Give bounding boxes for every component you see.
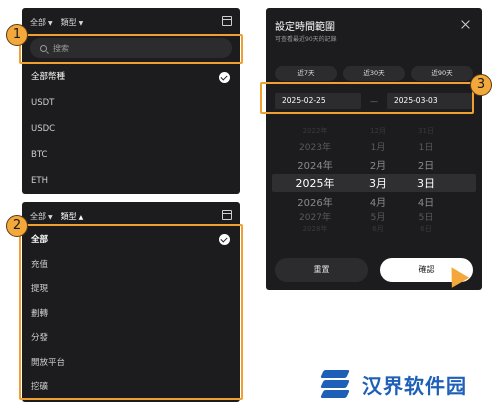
list-item-label: 全部幣種 [31, 72, 66, 82]
wheel-row: 2026年 4月 4日 [272, 194, 476, 210]
quick-range-group: 近7天 近30天 近90天 [275, 66, 473, 81]
caret-up-icon: ▲ [78, 213, 84, 221]
filter-all-dropdown[interactable]: 全部 ▼ [30, 211, 53, 222]
watermark-text: 汉界软件园 [362, 373, 467, 398]
date-range-dialog: 設定時間範圍 可查看最近90天的記錄 近7天 近30天 近90天 2025-02… [266, 8, 482, 290]
filter-all-dropdown[interactable]: 全部 ▼ [30, 17, 53, 28]
list-item-all-currencies[interactable]: 全部幣種 [22, 64, 240, 90]
wheel-year: 2026年 [297, 198, 333, 209]
list-item-usdt[interactable]: USDT [22, 90, 240, 116]
filter-bar: 全部 ▼ 類型 ▲ [30, 208, 232, 224]
currency-list: 全部幣種 USDT USDC BTC ETH [22, 64, 240, 194]
calendar-icon[interactable] [222, 210, 232, 220]
wheel-month: 3月 [369, 177, 387, 190]
check-icon [219, 72, 230, 83]
list-item-label: USDT [31, 98, 55, 108]
callout-highlight-dates [260, 82, 474, 114]
filter-all-label: 全部 [30, 211, 46, 221]
caret-down-icon: ▼ [48, 19, 53, 27]
wheel-day: 2日 [417, 161, 435, 172]
dialog-actions: 重置 確認 [275, 258, 473, 282]
callout-badge-3: 3 [470, 74, 492, 96]
wheel-row-selected: 2025年 3月 3日 [272, 175, 476, 191]
watermark-logo-icon [318, 366, 354, 402]
callout-highlight-search [19, 34, 243, 64]
wheel-month: 1月 [370, 143, 386, 153]
caret-down-icon: ▼ [78, 19, 84, 27]
filter-type-dropdown[interactable]: 類型 ▼ [61, 17, 84, 28]
list-item-usdc[interactable]: USDC [22, 116, 240, 142]
wheel-year: 2028年 [302, 225, 328, 233]
filter-type-label: 類型 [60, 17, 77, 27]
date-wheel-picker[interactable]: 2022年 12月 31日 2023年 1月 1日 2024年 2月 2日 2025年 3月 3… [272, 126, 476, 238]
close-icon[interactable] [461, 20, 470, 29]
callout-badge-1: 1 [6, 24, 28, 46]
dialog-subtitle: 可查看最近90天的記錄 [275, 36, 337, 43]
dialog-title: 設定時間範圍 [275, 22, 335, 33]
list-item-eth[interactable]: ETH [22, 168, 240, 194]
calendar-icon[interactable] [222, 16, 232, 26]
wheel-year: 2025年 [295, 177, 335, 190]
callout-highlight-type-list [19, 224, 243, 400]
filter-all-label: 全部 [30, 17, 46, 27]
wheel-row: 2028年 6月 6日 [272, 224, 476, 240]
callout-badge-2: 2 [6, 215, 28, 237]
filter-type-label: 類型 [60, 211, 77, 221]
wheel-row: 2024年 2月 2日 [272, 157, 476, 173]
wheel-day: 6日 [420, 225, 432, 233]
wheel-day: 3日 [417, 177, 435, 190]
watermark: 汉界软件园 [318, 366, 467, 402]
list-item-label: ETH [31, 176, 48, 186]
wheel-year: 2023年 [299, 143, 331, 153]
wheel-row: 2023年 1月 1日 [272, 140, 476, 156]
list-item-btc[interactable]: BTC [22, 142, 240, 168]
wheel-year: 2024年 [297, 161, 333, 172]
list-item-label: BTC [31, 150, 48, 160]
list-item-label: USDC [31, 124, 56, 134]
filter-bar: 全部 ▼ 類型 ▼ [30, 14, 232, 30]
range-90-days-button[interactable]: 近90天 [411, 66, 473, 81]
caret-down-icon: ▼ [48, 213, 53, 221]
wheel-day: 1日 [418, 143, 434, 153]
range-30-days-button[interactable]: 近30天 [343, 66, 405, 81]
reset-button[interactable]: 重置 [275, 258, 368, 282]
wheel-month: 6月 [372, 225, 384, 233]
wheel-month: 4月 [369, 198, 387, 209]
range-7-days-button[interactable]: 近7天 [275, 66, 337, 81]
wheel-day: 4日 [417, 198, 435, 209]
wheel-month: 2月 [369, 161, 387, 172]
filter-type-dropdown[interactable]: 類型 ▲ [61, 211, 84, 222]
